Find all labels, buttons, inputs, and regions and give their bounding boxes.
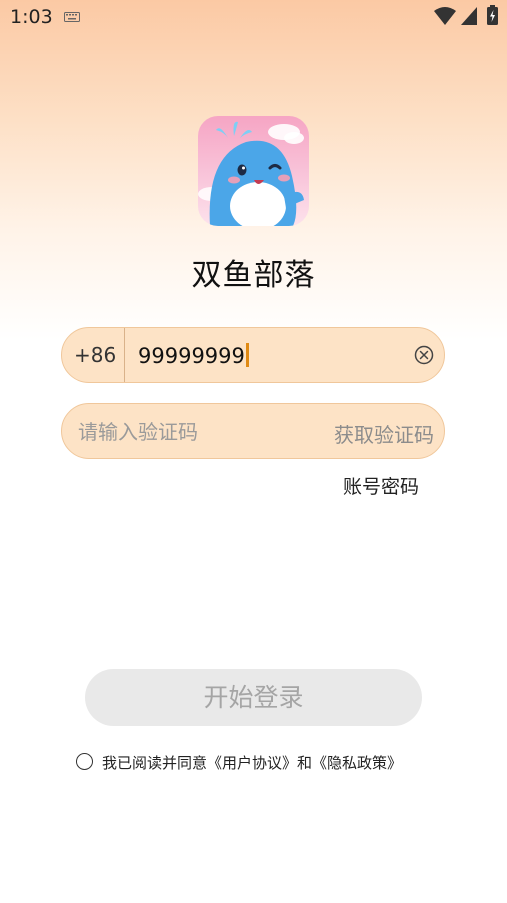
agreement-radio[interactable] bbox=[76, 753, 93, 770]
verification-code-input[interactable] bbox=[78, 418, 298, 446]
text-caret bbox=[245, 343, 249, 367]
phone-divider bbox=[124, 328, 125, 382]
status-time: 1:03 bbox=[10, 6, 53, 28]
clear-icon[interactable] bbox=[414, 345, 434, 365]
verification-code-field[interactable]: 获取验证码 bbox=[61, 403, 445, 459]
phone-input-value: 99999999 bbox=[138, 344, 245, 368]
account-password-login-link[interactable]: 账号密码 bbox=[343, 472, 419, 499]
app-logo bbox=[198, 116, 309, 226]
keyboard-icon bbox=[64, 12, 80, 22]
country-code-selector[interactable]: +86 bbox=[74, 343, 116, 367]
status-bar: 1:03 bbox=[0, 0, 507, 34]
agreement-text[interactable]: 我已阅读并同意《用户协议》和《隐私政策》 bbox=[102, 752, 402, 773]
app-title: 双鱼部落 bbox=[191, 258, 316, 293]
get-code-button[interactable]: 获取验证码 bbox=[334, 419, 434, 448]
signal-icon bbox=[461, 7, 477, 25]
login-button[interactable]: 开始登录 bbox=[85, 669, 422, 726]
wifi-icon bbox=[434, 7, 456, 25]
phone-field[interactable]: +86 99999999 bbox=[61, 327, 445, 383]
battery-charging-icon bbox=[487, 5, 498, 25]
phone-input[interactable]: 99999999 bbox=[138, 343, 249, 368]
